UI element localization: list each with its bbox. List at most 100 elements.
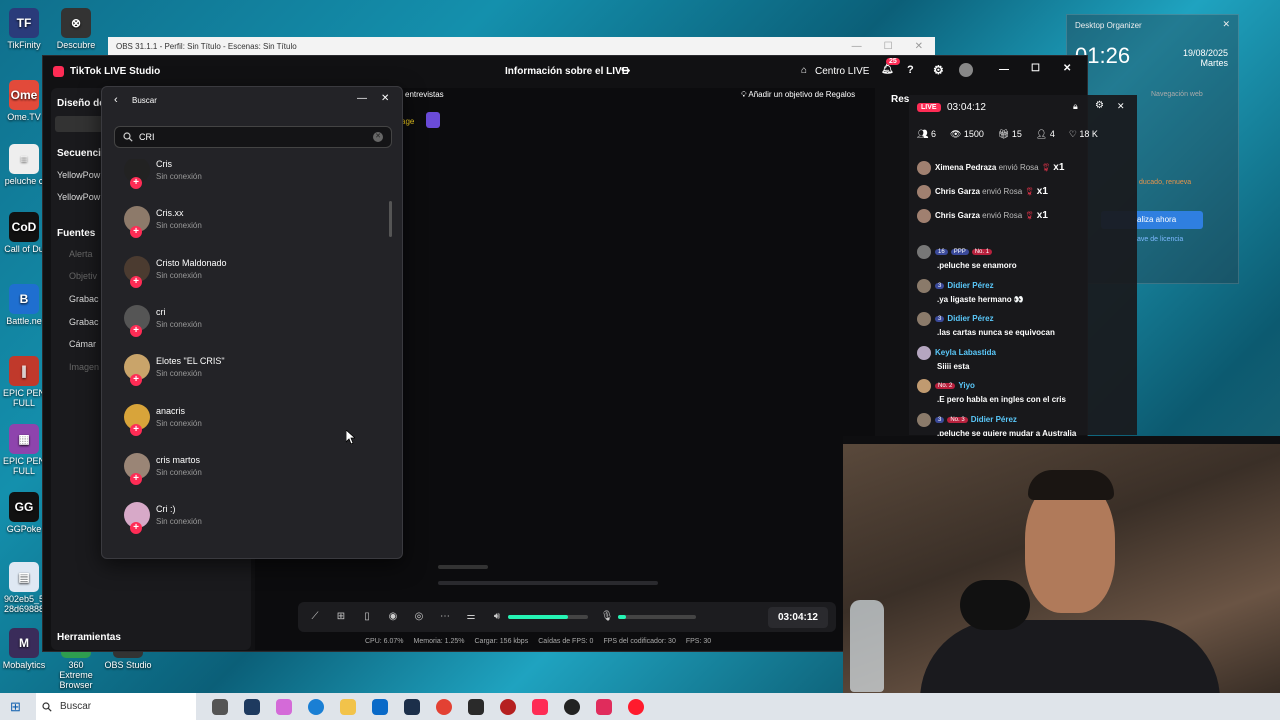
minimize-icon[interactable]: —	[357, 93, 367, 104]
tools-title[interactable]: Herramientas	[57, 632, 121, 643]
app-icon[interactable]	[404, 698, 420, 715]
desktop-icon[interactable]: Ome Ome.TV	[0, 80, 48, 122]
close-icon[interactable]: ✕	[1222, 19, 1230, 30]
search-result-item[interactable]: + cris martos Sin conexión	[114, 443, 384, 489]
follow-plus-icon[interactable]: +	[130, 472, 142, 485]
desktop-icon[interactable]: M Mobalytics	[0, 628, 48, 670]
layout-icon[interactable]: ⊞	[334, 610, 348, 624]
mic-icon[interactable]: 🎙︎	[600, 610, 614, 624]
store-icon[interactable]	[372, 698, 388, 715]
mouse-cursor-icon	[346, 430, 355, 444]
edge-icon[interactable]	[308, 698, 324, 715]
task-view-icon[interactable]	[244, 698, 260, 715]
record-icon[interactable]: ◉	[386, 610, 400, 624]
avatar[interactable]	[959, 63, 973, 77]
tiktok-icon[interactable]	[532, 698, 548, 715]
camera-icon[interactable]: ◎	[412, 610, 426, 624]
desktop-icon[interactable]: B Battle.ne	[0, 284, 48, 326]
speaker-icon[interactable]: 🔊︎	[490, 610, 504, 624]
live-info-title[interactable]: Información sobre el LIVE	[505, 66, 628, 77]
desktop-icon[interactable]: CoD Call of Du	[0, 212, 48, 254]
clock-date: 19/08/2025 Martes	[1182, 48, 1228, 68]
camera-app-icon[interactable]	[212, 698, 228, 715]
desktop-icon[interactable]: ▦ EPIC PEN FULL	[0, 424, 48, 476]
license-link[interactable]: ave de licencia	[1137, 236, 1183, 243]
source-item[interactable]: Imagen	[69, 362, 99, 372]
follow-plus-icon[interactable]: +	[130, 522, 142, 535]
bell-icon[interactable]: 🔔︎	[881, 64, 894, 75]
sequence-item[interactable]: YellowPow	[57, 192, 100, 202]
tikfinity-icon[interactable]	[596, 698, 612, 715]
app-icon[interactable]	[468, 698, 484, 715]
rose-icon: 🌹︎	[1024, 211, 1035, 221]
file-explorer-icon[interactable]	[340, 698, 356, 715]
follow-plus-icon[interactable]: +	[130, 423, 142, 436]
search-result-item[interactable]: + Cri :) Sin conexión	[114, 492, 384, 538]
clear-icon[interactable]: ✕	[373, 132, 383, 142]
search-result-item[interactable]: + Cris.xx Sin conexión	[114, 196, 384, 242]
mic-slider[interactable]	[618, 615, 696, 619]
follow-plus-icon[interactable]: +	[130, 275, 142, 288]
chrome-icon[interactable]	[436, 698, 452, 715]
more-icon[interactable]: ⋯	[438, 610, 452, 624]
source-item[interactable]: Alerta	[69, 249, 93, 259]
maximize-icon[interactable]: ☐	[1031, 63, 1040, 74]
search-box[interactable]: ✕	[114, 126, 392, 148]
copilot-icon[interactable]	[276, 698, 292, 715]
centro-live-link[interactable]: Centro LIVE	[815, 66, 869, 77]
obs-window-titlebar[interactable]: OBS 31.1.1 - Perfil: Sin Título - Escena…	[108, 37, 935, 55]
magic-icon[interactable]: ⟋	[308, 610, 322, 624]
share-icon[interactable]: ↪	[621, 64, 630, 77]
minimize-icon[interactable]: —	[999, 64, 1009, 75]
gear-icon[interactable]: ⚙	[1095, 100, 1104, 111]
lock-icon[interactable]: 🔒︎	[1073, 101, 1078, 112]
desktop-icon[interactable]: ≡ peluche c	[0, 144, 48, 186]
close-icon[interactable]: ✕	[381, 93, 389, 104]
live-badge: LIVE	[917, 103, 941, 112]
volume-slider[interactable]	[508, 615, 588, 619]
start-icon[interactable]: ⊞	[10, 699, 21, 715]
search-input[interactable]	[139, 132, 359, 142]
sticker-icon[interactable]	[426, 112, 440, 128]
search-result-item[interactable]: + Cristo Maldonado Sin conexión	[114, 246, 384, 292]
desktop-icon[interactable]: ∥ EPIC PEN FULL	[0, 356, 48, 408]
opera-icon[interactable]	[628, 698, 644, 715]
scrollbar[interactable]	[389, 201, 392, 237]
app-icon[interactable]	[500, 698, 516, 715]
desktop-icon[interactable]: ⊗ Descubre	[52, 8, 100, 50]
search-result-item[interactable]: + cri Sin conexión	[114, 295, 384, 341]
back-icon[interactable]: ‹	[114, 94, 118, 106]
settings-sliders-icon[interactable]: ⚌	[464, 610, 478, 624]
minimize-icon[interactable]: —	[852, 41, 862, 52]
help-icon[interactable]: ?	[907, 64, 914, 76]
close-icon[interactable]: ✕	[1117, 101, 1125, 112]
search-result-item[interactable]: + Elotes "EL CRIS" Sin conexión	[114, 344, 384, 390]
follow-plus-icon[interactable]: +	[130, 374, 142, 387]
home-icon[interactable]: ⌂	[801, 65, 807, 76]
desktop-icon[interactable]: TF TikFinity	[0, 8, 48, 50]
sequence-item[interactable]: YellowPow	[57, 170, 100, 180]
source-item[interactable]: Grabac	[69, 317, 99, 327]
gear-icon[interactable]: ⚙	[933, 63, 944, 77]
search-result-item[interactable]: + Cris Sin conexión	[114, 159, 384, 193]
follow-plus-icon[interactable]: +	[130, 324, 142, 337]
follow-plus-icon[interactable]: +	[130, 177, 142, 189]
source-item[interactable]: Cámar	[69, 339, 96, 349]
follow-plus-icon[interactable]: +	[130, 226, 142, 239]
close-icon[interactable]: ✕	[915, 41, 923, 52]
gift-goal-button[interactable]: 💡︎ Añadir un objetivo de Regalos	[741, 90, 855, 100]
desktop-icon[interactable]: ▤ 902eb5_5 28d69888	[0, 562, 48, 614]
maximize-icon[interactable]: ☐	[884, 41, 893, 52]
obs-icon[interactable]	[564, 698, 580, 715]
source-item[interactable]: Objetiv	[69, 271, 97, 281]
app-icon: ∥	[9, 356, 39, 386]
phone-icon[interactable]: ▯	[360, 610, 374, 624]
taskbar-search[interactable]: Buscar	[36, 693, 196, 720]
chat-user-name: Didier Pérez	[947, 280, 994, 290]
close-icon[interactable]: ✕	[1063, 63, 1071, 74]
gift-user: Ximena Pedraza	[935, 163, 997, 173]
result-status: Sin conexión	[156, 369, 202, 379]
search-result-item[interactable]: + anacris Sin conexión	[114, 394, 384, 440]
desktop-icon[interactable]: GG GGPoke	[0, 492, 48, 534]
source-item[interactable]: Grabac	[69, 294, 99, 304]
